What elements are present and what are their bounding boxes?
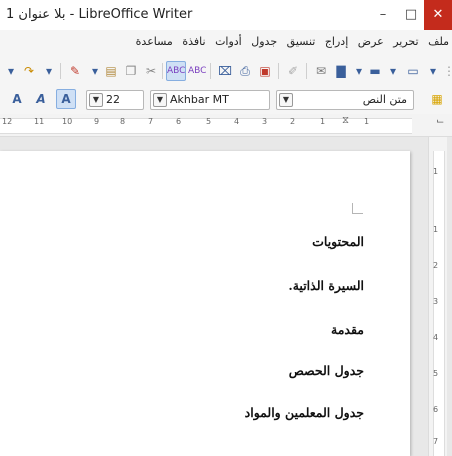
open-icon[interactable]: ▬ — [366, 62, 384, 80]
vertical-ruler-tick: 3 — [433, 297, 439, 306]
paragraph-style-value: متن النص — [362, 93, 407, 106]
ruler-tick: 1 — [320, 117, 326, 126]
text-shadow-icon[interactable]: A — [8, 90, 26, 108]
tab-stop-icon[interactable]: ⌙ — [436, 116, 444, 127]
toolbar-overflow-icon[interactable]: ⋮ — [440, 62, 452, 80]
copy-icon[interactable]: ❐ — [122, 62, 140, 80]
ruler-tick: 11 — [34, 117, 45, 126]
font-name-combo[interactable]: ▼ Akhbar MT — [150, 90, 270, 110]
vertical-ruler-tick: 2 — [433, 261, 439, 270]
menu-file[interactable]: ملف — [425, 35, 452, 48]
ruler-tick: 5 — [206, 117, 212, 126]
menu-bar: ملف تحرير عرض إدراج تنسيق جدول أدوات ناف… — [0, 30, 452, 57]
minimize-button[interactable]: – — [368, 0, 398, 30]
redo-icon[interactable]: ↷ — [20, 62, 38, 80]
ruler-tick: 1 — [364, 117, 370, 126]
new-document-icon[interactable]: ▭ — [404, 62, 422, 80]
dropdown-arrow-icon[interactable]: ▾ — [2, 62, 20, 80]
autospellcheck-icon[interactable]: ABC — [166, 61, 186, 81]
text-highlight-icon[interactable]: A — [56, 89, 76, 109]
document-paragraph[interactable]: السيرة الذاتية. — [288, 278, 364, 293]
cut-icon[interactable]: ✂ — [142, 62, 160, 80]
text-boundary-corner — [352, 203, 363, 214]
chevron-down-icon[interactable]: ▼ — [153, 93, 167, 107]
menu-list: ملف تحرير عرض إدراج تنسيق جدول أدوات ناف… — [133, 35, 452, 48]
document-paragraph[interactable]: جدول المعلمين والمواد — [245, 405, 364, 420]
document-paragraph[interactable]: المحتويات — [312, 234, 364, 249]
document-page[interactable]: المحتويات السيرة الذاتية. مقدمة جدول الح… — [0, 151, 410, 456]
title-bar: بلا عنوان 1 - LibreOffice Writer – □ ✕ — [0, 0, 452, 31]
ruler-tick: 9 — [94, 117, 100, 126]
text-outline-icon[interactable]: A — [32, 90, 50, 108]
ruler-tick: 3 — [262, 117, 268, 126]
chevron-down-icon[interactable]: ▼ — [89, 93, 103, 107]
menu-insert[interactable]: إدراج — [322, 35, 351, 48]
font-size-value: 22 — [106, 93, 120, 106]
font-size-combo[interactable]: ▼ 22 — [86, 90, 144, 110]
export-pdf-icon[interactable]: ▣ — [256, 62, 274, 80]
chevron-down-icon[interactable]: ▼ — [279, 93, 293, 107]
ruler-tick: 12 — [2, 117, 13, 126]
menu-table[interactable]: جدول — [248, 35, 280, 48]
horizontal-ruler[interactable]: 12 11 10 9 8 7 6 5 4 3 2 1 ⧖ 1 ⌙ — [0, 114, 452, 137]
menu-edit[interactable]: تحرير — [390, 35, 421, 48]
formatting-toolbar: A A A ▼ 22 ▼ Akhbar MT ▼ متن النص ▦ — [0, 86, 452, 115]
print-preview-icon[interactable]: ⌧ — [216, 62, 234, 80]
menu-help[interactable]: مساعدة — [133, 35, 176, 48]
ruler-tick: 8 — [120, 117, 126, 126]
paste-icon[interactable]: ▤ — [102, 62, 120, 80]
vertical-ruler-tick: 5 — [433, 369, 439, 378]
save-icon[interactable]: ▇ — [332, 62, 350, 80]
vertical-ruler-tick: 6 — [433, 405, 439, 414]
ruler-tick: 2 — [290, 117, 296, 126]
document-paragraph[interactable]: مقدمة — [331, 322, 364, 337]
paragraph-style-combo[interactable]: ▼ متن النص — [276, 90, 414, 110]
vertical-ruler-tick: 1 — [433, 225, 439, 234]
indent-marker-icon[interactable]: ⧖ — [342, 115, 349, 126]
menu-window[interactable]: نافذة — [179, 35, 208, 48]
vertical-ruler-tick: 1 — [433, 167, 439, 176]
spelling-icon[interactable]: ABC — [188, 62, 206, 80]
clone-formatting-icon[interactable]: ✎ — [66, 62, 84, 80]
print-icon[interactable]: ⎙ — [236, 62, 254, 80]
maximize-button[interactable]: □ — [396, 0, 426, 30]
vertical-ruler-tick: 4 — [433, 333, 439, 342]
document-workarea: المحتويات السيرة الذاتية. مقدمة جدول الح… — [0, 137, 452, 456]
edit-mode-icon[interactable]: ✐ — [284, 62, 302, 80]
ruler-tick: 10 — [62, 117, 73, 126]
dropdown-arrow-icon[interactable]: ▾ — [40, 62, 58, 80]
menu-format[interactable]: تنسيق — [284, 35, 319, 48]
document-paragraph[interactable]: جدول الحصص — [289, 363, 364, 378]
ruler-tick: 6 — [176, 117, 182, 126]
window-title: بلا عنوان 1 - LibreOffice Writer — [6, 7, 193, 22]
menu-view[interactable]: عرض — [355, 35, 387, 48]
ruler-tick: 7 — [148, 117, 154, 126]
vertical-ruler-tick: 7 — [433, 437, 439, 446]
standard-toolbar: ▾ ↷ ▾ ✎ ▾ ▤ ❐ ✂ ABC ABC ⌧ ⎙ ▣ ✐ ✉ ▇ ▾ ▬ … — [0, 56, 452, 87]
close-button[interactable]: ✕ — [424, 0, 452, 30]
dropdown-arrow-icon[interactable]: ▾ — [384, 62, 402, 80]
font-name-value: Akhbar MT — [170, 93, 229, 106]
styles-sidebar-icon[interactable]: ▦ — [428, 90, 446, 108]
menu-tools[interactable]: أدوات — [212, 35, 245, 48]
vertical-ruler[interactable]: 1 1 2 3 4 5 6 7 — [428, 137, 447, 456]
email-icon[interactable]: ✉ — [312, 62, 330, 80]
ruler-tick: 4 — [234, 117, 240, 126]
